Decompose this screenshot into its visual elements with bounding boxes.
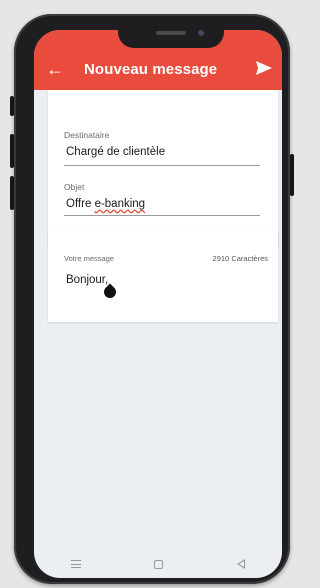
recipient-field[interactable]: Chargé de clientèle xyxy=(66,146,165,158)
app-screen: ← Nouveau message Destinataire Chargé de… xyxy=(34,30,282,578)
phone-side-button xyxy=(10,176,14,210)
text-cursor-handle[interactable] xyxy=(101,283,119,301)
message-textarea[interactable]: Bonjour, xyxy=(66,274,108,286)
phone-notch xyxy=(118,22,224,48)
character-counter: 2910 Caractères xyxy=(212,254,268,263)
message-label: Votre message xyxy=(64,254,115,263)
earpiece-speaker xyxy=(156,31,186,35)
front-camera xyxy=(198,30,204,36)
arrow-left-icon[interactable]: ← xyxy=(46,60,64,78)
send-icon[interactable] xyxy=(256,61,272,75)
phone-side-button xyxy=(290,154,294,196)
recipient-label: Destinataire xyxy=(64,130,110,140)
header-fields-card: Destinataire Chargé de clientèle Objet O… xyxy=(48,90,278,246)
page-title: Nouveau message xyxy=(84,61,218,78)
subject-underline xyxy=(64,215,260,216)
menu-icon[interactable] xyxy=(70,560,81,568)
back-icon[interactable] xyxy=(237,559,246,569)
home-icon[interactable] xyxy=(154,559,164,569)
subject-label: Objet xyxy=(64,182,85,192)
subject-field[interactable]: Offre e-banking xyxy=(66,198,145,210)
subject-text: Offre xyxy=(66,198,95,210)
phone-side-button xyxy=(10,134,14,168)
message-card: Votre message 2910 Caractères Bonjour, xyxy=(48,230,278,322)
subject-misspelled-word: e-banking xyxy=(94,198,146,210)
system-nav-bar xyxy=(34,550,282,578)
recipient-underline xyxy=(64,165,260,166)
phone-side-button xyxy=(10,96,14,116)
